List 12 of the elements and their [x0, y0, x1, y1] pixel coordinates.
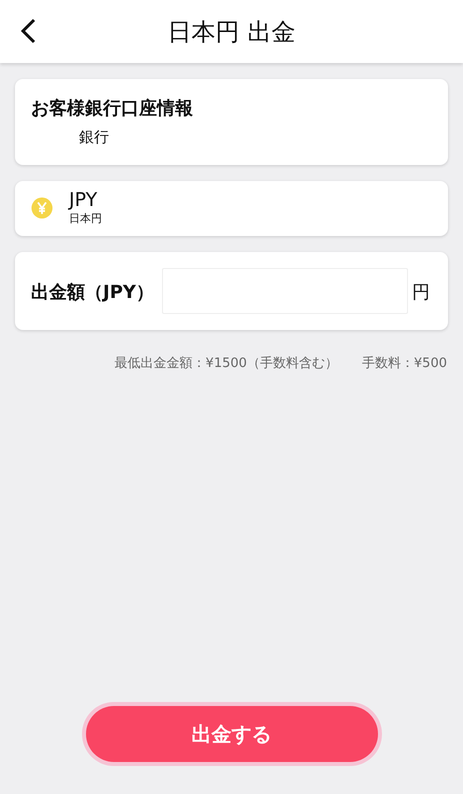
bank-name: 銀行 — [79, 128, 109, 146]
withdraw-button[interactable]: 出金する — [86, 706, 378, 762]
card-title: お客様銀行口座情報 — [31, 97, 194, 121]
page-title: 日本円 出金 — [168, 16, 296, 48]
currency-name: 日本円 — [69, 211, 102, 228]
currency-code: JPY — [69, 188, 98, 212]
note-text: 手数料：¥500 — [362, 354, 447, 373]
note-text: 最低出金金額：¥1500（手数料含む） — [114, 354, 338, 373]
yen-coin-icon — [31, 197, 53, 220]
unit-label: 円 — [412, 280, 430, 305]
back-icon — [18, 18, 38, 44]
amount-label: 出金額（JPY） — [31, 280, 154, 305]
